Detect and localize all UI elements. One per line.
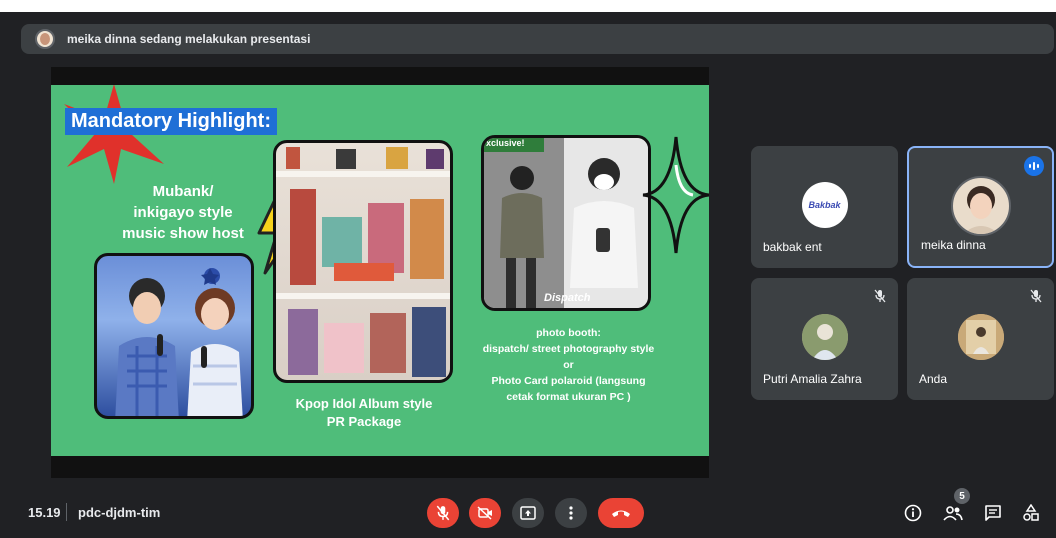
camera-off-icon — [477, 506, 492, 520]
camera-off-button[interactable] — [469, 498, 501, 528]
presenter-avatar — [35, 29, 55, 49]
more-options-button[interactable] — [555, 498, 587, 528]
bottom-control-bar: 15.19 pdc-djdm-tim — [0, 490, 1056, 538]
top-strip — [0, 0, 1056, 12]
more-options-icon — [569, 506, 573, 520]
kpop-album-shelf-photo — [273, 140, 453, 383]
red-splash-shape — [64, 85, 164, 184]
leave-call-button[interactable] — [598, 498, 644, 528]
presentation-slide: Mandatory Highlight: Mubank/ inkigayo st… — [51, 85, 709, 456]
people-count-badge: 5 — [954, 488, 970, 504]
mic-off-button[interactable] — [427, 498, 459, 528]
chat-button[interactable] — [980, 500, 1006, 526]
presentation-banner-text: meika dinna sedang melakukan presentasi — [67, 32, 311, 46]
dispatch-label: Dispatch — [544, 292, 591, 304]
presentation-banner: meika dinna sedang melakukan presentasi — [21, 24, 1054, 54]
participant-tile-anda[interactable]: Anda — [907, 278, 1054, 400]
people-icon — [943, 506, 963, 521]
info-icon — [904, 504, 922, 522]
photo-booth-caption: photo booth: dispatch/ street photograph… — [482, 327, 655, 403]
album-caption: Kpop Idol Album style PR Package — [295, 396, 433, 429]
meeting-code: pdc-djdm-tim — [78, 505, 161, 520]
participant-avatar — [957, 314, 1004, 360]
participant-avatar — [950, 176, 1011, 236]
chat-icon — [985, 505, 1001, 521]
presentation-stage[interactable]: Mandatory Highlight: Mubank/ inkigayo st… — [51, 67, 709, 478]
exclusive-label: xclusive! — [486, 138, 525, 148]
sparkle-shape — [642, 136, 709, 254]
participant-name: bakbak ent — [763, 240, 822, 254]
mic-off-icon — [436, 505, 450, 521]
hang-up-icon — [612, 510, 630, 517]
mic-muted-icon — [1028, 288, 1044, 304]
participant-name: Putri Amalia Zahra — [763, 372, 862, 386]
music-show-hosts-photo — [94, 253, 254, 419]
slide-title: Mandatory Highlight: — [65, 108, 277, 135]
present-now-button[interactable] — [512, 498, 544, 528]
participant-tile-meika-dinna[interactable]: meika dinna — [907, 146, 1054, 268]
activities-icon — [1023, 504, 1039, 521]
participant-avatar — [801, 314, 848, 360]
present-icon — [520, 506, 536, 520]
participant-tile-bakbak-ent[interactable]: Bakbak bakbak ent — [751, 146, 898, 268]
bakbak-logo: Bakbak — [801, 182, 848, 228]
participant-tile-putri-amalia-zahra[interactable]: Putri Amalia Zahra — [751, 278, 898, 400]
host-text: Mubank/ inkigayo style music show host — [122, 183, 244, 242]
meeting-details-button[interactable] — [900, 500, 926, 526]
dispatch-street-photo: xclusive! Dispatch — [481, 135, 651, 311]
participant-name: Anda — [919, 372, 948, 386]
mic-muted-icon — [872, 288, 888, 304]
activities-button[interactable] — [1018, 500, 1044, 526]
speaking-indicator-icon — [1024, 156, 1044, 176]
participant-name: meika dinna — [921, 238, 986, 252]
divider — [66, 503, 67, 521]
clock-time: 15.19 — [28, 505, 61, 520]
